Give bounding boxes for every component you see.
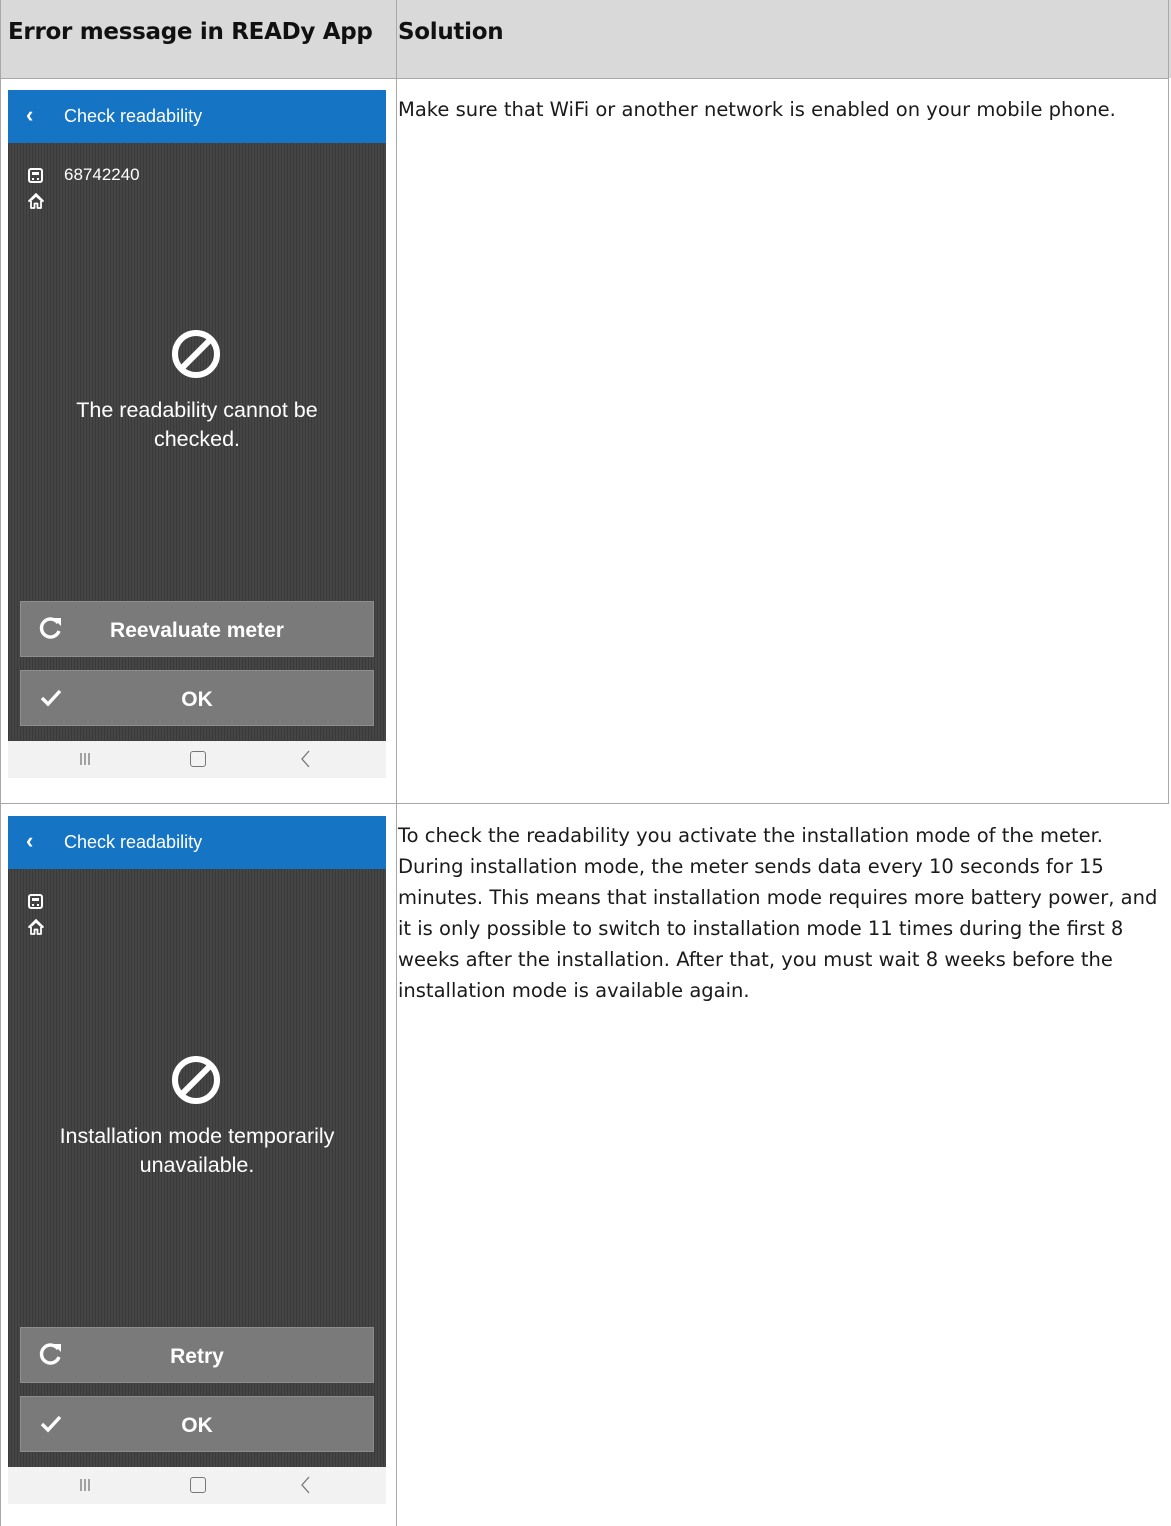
column-header-error-message: Error message in READy App (8, 19, 373, 45)
nav-home-icon[interactable] (190, 1477, 206, 1493)
row-divider (0, 803, 1169, 804)
reevaluate-meter-button[interactable]: Reevaluate meter (20, 601, 374, 657)
ok-button[interactable]: OK (20, 670, 374, 726)
blocked-icon (172, 330, 220, 378)
retry-button[interactable]: Retry (20, 1327, 374, 1383)
header-divider (0, 78, 1169, 79)
home-icon (28, 193, 44, 209)
screen-title: Check readability (64, 832, 203, 852)
home-icon (28, 919, 44, 935)
column-divider (396, 0, 397, 1526)
nav-home-icon[interactable] (190, 751, 206, 767)
ok-button[interactable]: OK (20, 1396, 374, 1452)
solution-text: Make sure that WiFi or another network i… (398, 98, 1116, 121)
nav-back-icon[interactable] (298, 749, 314, 769)
nav-back-icon[interactable] (298, 1475, 314, 1495)
reevaluate-meter-label: Reevaluate meter (110, 619, 284, 642)
back-icon[interactable]: ‹ (26, 829, 33, 853)
app-bar: ‹ Check readability (8, 90, 386, 143)
app-screenshot-readability-error: ‹ Check readability 68742240 The readabi… (8, 90, 386, 778)
column-header-solution: Solution (398, 19, 504, 45)
screen-title: Check readability (64, 106, 203, 126)
meter-number: 68742240 (64, 165, 140, 184)
meter-icon (28, 894, 43, 909)
meter-icon (28, 168, 43, 183)
android-nav-bar (8, 741, 386, 778)
android-nav-bar (8, 1467, 386, 1504)
nav-recents-icon[interactable] (78, 752, 92, 766)
app-screenshot-installation-mode-error: ‹ Check readability Installation mode te… (8, 816, 386, 1504)
solution-text: To check the readability you activate th… (398, 824, 1158, 1002)
ok-label: OK (181, 688, 213, 711)
back-icon[interactable]: ‹ (26, 103, 33, 127)
error-message: Installation mode temporarily unavailabl… (59, 1124, 335, 1177)
retry-label: Retry (170, 1345, 224, 1368)
blocked-icon (172, 1056, 220, 1104)
app-bar: ‹ Check readability (8, 816, 386, 869)
table-border-left (0, 0, 1, 1526)
ok-label: OK (181, 1414, 213, 1437)
error-message: The readability cannot be checked. (76, 398, 318, 451)
table-border-right (1168, 0, 1169, 804)
nav-recents-icon[interactable] (78, 1478, 92, 1492)
